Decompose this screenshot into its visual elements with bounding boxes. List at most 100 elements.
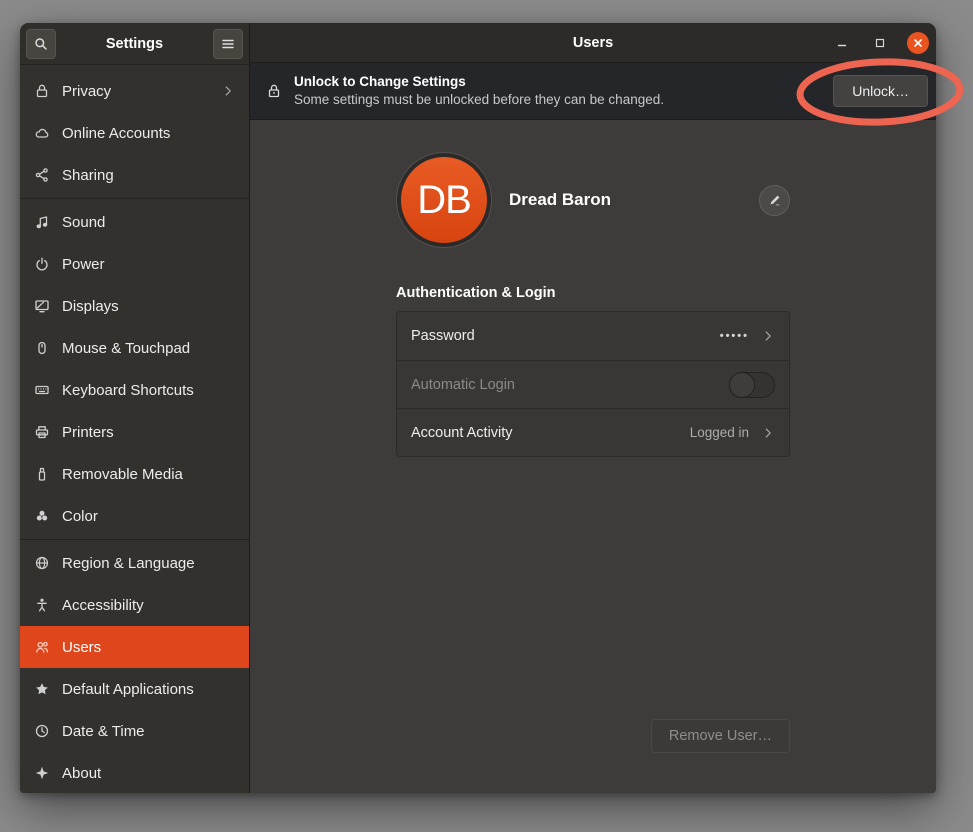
chevron-right-icon (761, 426, 775, 440)
sidebar-item-label: Printers (62, 424, 114, 441)
sidebar-item-label: Color (62, 508, 98, 525)
sidebar-item-label: Privacy (62, 83, 111, 100)
search-button[interactable] (26, 29, 56, 59)
sidebar-item-label: Displays (62, 298, 119, 315)
globe-icon (34, 555, 50, 571)
settings-window: Settings Privacy (20, 23, 936, 793)
sidebar-title: Settings (56, 36, 213, 52)
sidebar-item-power[interactable]: Power (20, 243, 249, 285)
display-icon (34, 298, 50, 314)
mouse-icon (34, 340, 50, 356)
power-icon (34, 256, 50, 272)
row-label: Password (411, 328, 475, 344)
chevron-right-icon (221, 84, 235, 98)
sidebar-item-online-accounts[interactable]: Online Accounts (20, 112, 249, 154)
sidebar-item-label: About (62, 765, 101, 782)
sidebar-item-users[interactable]: Users (20, 626, 249, 668)
user-row: DB Dread Baron (396, 157, 790, 243)
keyboard-icon (34, 382, 50, 398)
auth-login-section: Authentication & Login Password ••••• (396, 285, 790, 457)
banner-text: Unlock to Change Settings Some settings … (294, 73, 664, 109)
sidebar-item-label: Power (62, 256, 105, 273)
lock-icon (266, 83, 282, 99)
banner-subtitle: Some settings must be unlocked before th… (294, 91, 664, 109)
row-label: Automatic Login (411, 377, 515, 393)
remove-user-button[interactable]: Remove User… (651, 719, 790, 753)
sidebar-item-label: Default Applications (62, 681, 194, 698)
sidebar-item-removable-media[interactable]: Removable Media (20, 453, 249, 495)
sidebar-separator (20, 198, 249, 199)
sidebar-item-label: Removable Media (62, 466, 183, 483)
password-row[interactable]: Password ••••• (397, 312, 789, 360)
sidebar-nav: Privacy Online Accounts (20, 65, 249, 793)
edit-name-button[interactable] (759, 185, 790, 216)
auth-login-card: Password ••••• Autom (396, 311, 790, 457)
sidebar-item-date-time[interactable]: Date & Time (20, 710, 249, 752)
sidebar-item-label: Sound (62, 214, 105, 231)
unlock-button[interactable]: Unlock… (833, 75, 928, 107)
printer-icon (34, 424, 50, 440)
sidebar-item-label: Region & Language (62, 555, 195, 572)
sidebar-item-about[interactable]: About (20, 752, 249, 793)
user-name: Dread Baron (509, 190, 611, 210)
menu-button[interactable] (213, 29, 243, 59)
lock-icon (34, 83, 50, 99)
chevron-right-icon (761, 329, 775, 343)
sidebar-separator (20, 539, 249, 540)
sidebar-item-label: Keyboard Shortcuts (62, 382, 194, 399)
account-activity-row[interactable]: Account Activity Logged in (397, 408, 789, 456)
users-content: DB Dread Baron Authentication & Login (250, 120, 936, 793)
titlebar: Users (250, 23, 936, 63)
star-icon (34, 681, 50, 697)
password-dots: ••••• (720, 330, 749, 342)
row-label: Account Activity (411, 425, 513, 441)
sidebar: Settings Privacy (20, 23, 250, 793)
sidebar-item-label: Accessibility (62, 597, 144, 614)
main-panel: Users (250, 23, 936, 793)
unlock-banner: Unlock to Change Settings Some settings … (250, 63, 936, 120)
minimize-button[interactable] (831, 32, 853, 54)
sidebar-item-sharing[interactable]: Sharing (20, 154, 249, 196)
music-note-icon (34, 214, 50, 230)
sidebar-item-mouse-touchpad[interactable]: Mouse & Touchpad (20, 327, 249, 369)
sidebar-header: Settings (20, 23, 249, 65)
accessibility-person-icon (34, 597, 50, 613)
window-controls (831, 32, 936, 54)
sidebar-item-displays[interactable]: Displays (20, 285, 249, 327)
maximize-button[interactable] (869, 32, 891, 54)
users-icon (34, 639, 50, 655)
sidebar-item-color[interactable]: Color (20, 495, 249, 537)
sidebar-item-label: Online Accounts (62, 125, 170, 142)
sidebar-item-default-applications[interactable]: Default Applications (20, 668, 249, 710)
automatic-login-row: Automatic Login (397, 360, 789, 408)
sidebar-item-privacy[interactable]: Privacy (20, 70, 249, 112)
share-icon (34, 167, 50, 183)
section-title: Authentication & Login (396, 285, 790, 301)
cloud-icon (34, 125, 50, 141)
hamburger-menu-icon (220, 36, 236, 52)
sidebar-item-printers[interactable]: Printers (20, 411, 249, 453)
sidebar-item-sound[interactable]: Sound (20, 201, 249, 243)
sidebar-item-accessibility[interactable]: Accessibility (20, 584, 249, 626)
banner-title: Unlock to Change Settings (294, 73, 664, 91)
flash-drive-icon (34, 466, 50, 482)
automatic-login-toggle[interactable] (729, 372, 775, 398)
close-icon (912, 37, 924, 49)
minimize-icon (836, 37, 848, 49)
color-circles-icon (34, 508, 50, 524)
sidebar-item-label: Mouse & Touchpad (62, 340, 190, 357)
sidebar-item-label: Sharing (62, 167, 114, 184)
close-button[interactable] (907, 32, 929, 54)
avatar[interactable]: DB (401, 157, 487, 243)
sidebar-item-label: Users (62, 639, 101, 656)
toggle-knob (729, 372, 755, 398)
search-icon (33, 36, 49, 52)
pencil-icon (768, 193, 782, 207)
account-activity-value: Logged in (690, 425, 749, 440)
sidebar-item-label: Date & Time (62, 723, 145, 740)
sparkle-icon (34, 765, 50, 781)
sidebar-item-keyboard-shortcuts[interactable]: Keyboard Shortcuts (20, 369, 249, 411)
maximize-icon (874, 37, 886, 49)
clock-icon (34, 723, 50, 739)
sidebar-item-region-language[interactable]: Region & Language (20, 542, 249, 584)
